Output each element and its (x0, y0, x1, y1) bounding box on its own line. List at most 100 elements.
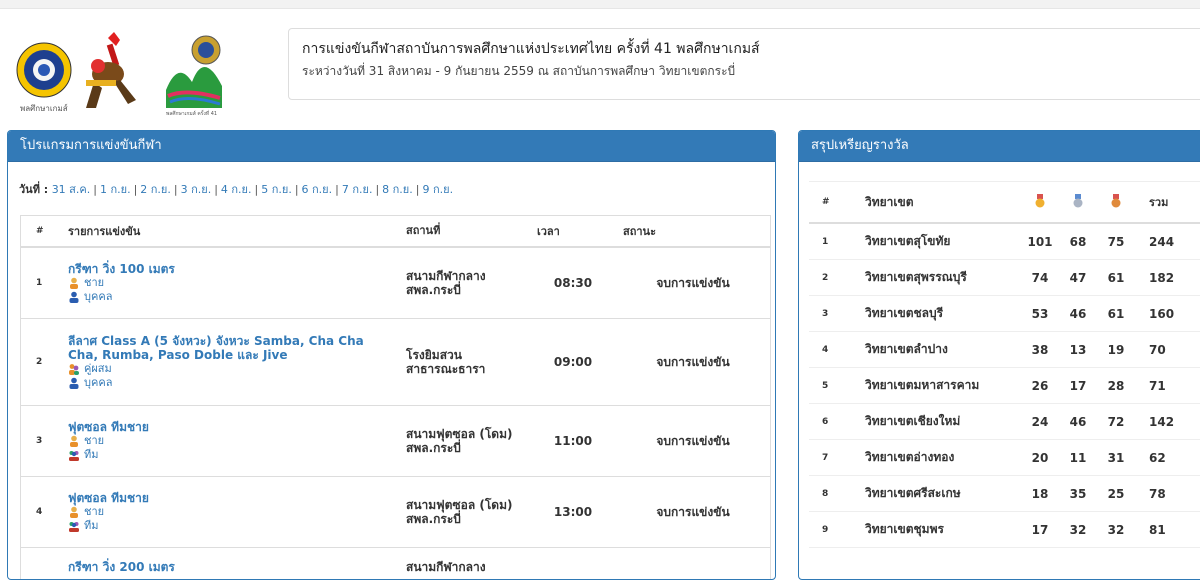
event-cell: ฟุตซอล ทีมชาย ชาย ทีม (56, 420, 398, 462)
bronze-count: 32 (1107, 522, 1125, 537)
silver-count: 32 (1069, 522, 1087, 537)
silver-count: 13 (1069, 342, 1087, 357)
event-link[interactable]: กรีฑา วิ่ง 100 เมตร (68, 262, 398, 276)
gender-label: ชาย (84, 276, 105, 289)
bronze-count: 72 (1107, 414, 1125, 429)
medal-row: 6 วิทยาเขตเชียงใหม่ 24 46 72 142 (809, 404, 1200, 440)
date-link[interactable]: 3 ก.ย. (181, 183, 212, 196)
schedule-table: # รายการแข่งขัน สถานที่ เวลา สถานะ 1 กรี… (20, 215, 771, 579)
col-time: เวลา (537, 225, 560, 238)
table-row: 3 ฟุตซอล ทีมชาย ชาย ทีม สนามฟุตซอล (โดม)… (21, 406, 770, 477)
gold-count: 53 (1031, 306, 1049, 321)
date-separator: | (173, 183, 178, 196)
type-line: บุคคล (68, 290, 398, 304)
total-count: 70 (1149, 342, 1166, 357)
total-count: 78 (1149, 486, 1166, 501)
col-gold (1021, 193, 1059, 211)
date-separator: | (214, 183, 218, 196)
medal-table: # วิทยาเขต รวม 1 วิทยาเขตสุโขทัย 101 68 75 24… (809, 181, 1200, 548)
date-link[interactable]: 4 ก.ย. (221, 183, 252, 196)
gender-label: คู่ผสม (84, 362, 112, 375)
schedule-heading: โปรแกรมการแข่งขันกีฬา (8, 131, 775, 162)
campus-name: วิทยาเขตสุโขทัย (865, 234, 951, 248)
date-link[interactable]: 8 ก.ย. (382, 183, 413, 196)
silver-count: 46 (1069, 414, 1087, 429)
logo3-caption: พลศึกษาเกมส์ ครั้งที่ 41 (166, 111, 218, 117)
gender-line: ชาย (68, 505, 398, 519)
campus-name: วิทยาเขตเชียงใหม่ (865, 414, 961, 428)
venue-cell: สนามกีฬากลาง สพล.กระบี่ (398, 269, 523, 297)
total-count: 182 (1149, 270, 1175, 285)
type-line: ทีม (68, 519, 398, 533)
event-link[interactable]: ฟุตซอล ทีมชาย (68, 491, 398, 505)
row-number: 5 (822, 380, 829, 391)
gold-count: 20 (1031, 450, 1049, 465)
date-link[interactable]: 6 ก.ย. (302, 183, 333, 196)
medal-row: 8 วิทยาเขตศรีสะเกษ 18 35 25 78 (809, 476, 1200, 512)
male-icon (70, 435, 78, 447)
gold-count: 17 (1031, 522, 1049, 537)
total-count: 160 (1149, 306, 1175, 321)
venue-cell: สนามฟุตซอล (โดม) สพล.กระบี่ (398, 427, 523, 455)
col-num: # (822, 197, 830, 207)
venue-cell: โรงยิมสวน สาธารณะธารา (398, 348, 523, 376)
event-link[interactable]: ฟุตซอล ทีมชาย (68, 420, 398, 434)
col-status: สถานะ (623, 225, 656, 238)
date-link[interactable]: 5 ก.ย. (261, 183, 292, 196)
venue-line-1: สนามกีฬากลาง (406, 269, 486, 283)
row-number: 9 (822, 524, 829, 535)
gold-count: 26 (1031, 378, 1049, 393)
gold-count: 18 (1031, 486, 1049, 501)
row-number: 7 (822, 452, 829, 463)
date-link[interactable]: 9 ก.ย. (422, 183, 453, 196)
bronze-medal-icon (1111, 193, 1121, 207)
time-cell: 11:00 (553, 434, 593, 448)
medal-row: 9 วิทยาเขตชุมพร 17 32 32 81 (809, 512, 1200, 548)
medal-row: 3 วิทยาเขตชลบุรี 53 46 61 160 (809, 296, 1200, 332)
row-number: 8 (822, 488, 829, 499)
team-icon (69, 451, 79, 461)
gold-count: 38 (1031, 342, 1049, 357)
col-bronze (1097, 193, 1135, 211)
row-number: 4 (822, 344, 829, 355)
date-link[interactable]: 1 ก.ย. (100, 183, 131, 196)
event-link[interactable]: กรีฑา วิ่ง 200 เมตร (68, 560, 398, 574)
row-number: 1 (822, 236, 829, 247)
total-count: 62 (1149, 450, 1166, 465)
row-number: 3 (822, 308, 829, 319)
venue-cell: สนามฟุตซอล (โดม) สพล.กระบี่ (398, 498, 523, 526)
bronze-count: 31 (1107, 450, 1125, 465)
total-count: 244 (1149, 234, 1175, 249)
venue-line-1: สนามกีฬากลาง (406, 560, 486, 574)
silver-count: 46 (1069, 306, 1087, 321)
gold-count: 74 (1031, 270, 1049, 285)
silver-count: 17 (1069, 378, 1087, 393)
institute-seal-logo (16, 42, 72, 98)
table-row: กรีฑา วิ่ง 200 เมตร สนามกีฬากลาง (21, 548, 770, 579)
campus-name: วิทยาเขตชุมพร (865, 522, 944, 536)
venue-line-1: โรงยิมสวน (406, 348, 462, 362)
date-link[interactable]: 31 ส.ค. (52, 183, 91, 196)
campus-name: วิทยาเขตศรีสะเกษ (865, 486, 961, 500)
col-venue: สถานที่ (406, 224, 441, 237)
campus-name: วิทยาเขตมหาสารคาม (865, 378, 980, 392)
date-link[interactable]: 7 ก.ย. (342, 183, 373, 196)
silver-count: 35 (1069, 486, 1087, 501)
col-campus: วิทยาเขต (865, 194, 914, 209)
event-cell: กรีฑา วิ่ง 100 เมตร ชาย บุคคล (56, 262, 398, 304)
event-cell: ลีลาศ Class A (5 จังหวะ) จังหวะ Samba, C… (56, 334, 398, 390)
gold-count: 101 (1027, 234, 1053, 249)
date-separator: | (254, 183, 259, 196)
status-cell: จบการแข่งขัน (656, 275, 730, 290)
status-cell: จบการแข่งขัน (656, 354, 730, 369)
total-count: 81 (1149, 522, 1166, 537)
date-link[interactable]: 2 ก.ย. (140, 183, 171, 196)
event-link[interactable]: ลีลาศ Class A (5 จังหวะ) จังหวะ Samba, C… (68, 334, 398, 362)
bronze-count: 25 (1107, 486, 1125, 501)
type-label: บุคคล (84, 376, 113, 389)
gender-line: ชาย (68, 276, 398, 290)
event-cell: กรีฑา วิ่ง 200 เมตร (56, 560, 398, 574)
date-separator: | (294, 183, 299, 196)
bronze-count: 19 (1107, 342, 1125, 357)
campus-name: วิทยาเขตชลบุรี (865, 306, 944, 320)
